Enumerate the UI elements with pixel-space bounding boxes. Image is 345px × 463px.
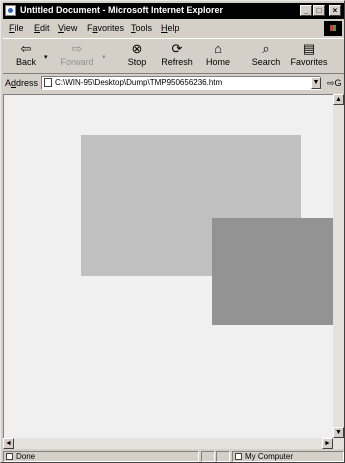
title-bar[interactable]: Untitled Document - Microsoft Internet E… [3,3,344,19]
menu-file[interactable]: File [9,23,24,33]
menu-tools-label: ools [135,23,153,33]
refresh-icon: ⟳ [171,41,183,56]
standard-toolbar: ⇦ Back ▾ ⇨ Forward ▾ ⊗ Stop ⟳ Refresh ⌂ … [3,38,344,74]
stop-button[interactable]: ⊗ Stop [121,41,153,67]
vertical-scrollbar[interactable]: ▲ ▼ [333,94,344,438]
back-label: Back [15,57,36,67]
browser-window: Untitled Document - Microsoft Internet E… [0,0,345,463]
page-icon [44,78,52,87]
home-icon: ⌂ [214,41,222,56]
scroll-up-button[interactable]: ▲ [333,94,344,105]
scroll-right-button[interactable]: ► [322,438,333,449]
back-dropdown-icon[interactable]: ▾ [44,53,48,61]
menu-view[interactable]: View [58,23,77,33]
refresh-button[interactable]: ⟳ Refresh [157,41,197,67]
search-button[interactable]: ⌕ Search [247,41,285,67]
forward-arrow-icon: ⇨ [71,41,83,56]
computer-icon [235,453,242,461]
menu-tools[interactable]: Tools [131,23,152,33]
status-page-icon [6,453,13,461]
forward-dropdown-icon[interactable]: ▾ [102,53,106,61]
status-pane-blank-2 [216,451,230,462]
forward-button[interactable]: ⇨ Forward [55,41,99,67]
favorites-label: Favorites [290,57,328,67]
back-arrow-icon: ⇦ [20,41,32,56]
status-text-pane: Done [3,451,199,462]
status-pane-blank-1 [201,451,215,462]
address-bar: Address C:\WIN-95\Desktop\Dump\TMP950656… [3,75,344,92]
menu-favorites[interactable]: Favorites [87,23,124,33]
favorites-icon: ▤ [302,41,316,56]
minimize-button[interactable]: _ [300,5,312,16]
menu-help[interactable]: Help [161,23,180,33]
stop-label: Stop [127,57,147,67]
menu-favorites-label: vorites [97,23,125,33]
forward-label: Forward [60,57,94,67]
dark-gray-box [212,218,333,325]
home-button[interactable]: ⌂ Home [201,41,235,67]
status-bar: Done My Computer [3,450,344,462]
address-value: C:\WIN-95\Desktop\Dump\TMP950656236.htm [55,78,223,87]
home-label: Home [205,57,230,67]
scroll-left-button[interactable]: ◄ [3,438,14,449]
menu-edit[interactable]: Edit [34,23,50,33]
menu-bar: File Edit View Favorites Tools Help [3,21,344,36]
address-dropdown-icon[interactable]: ▼ [311,77,321,89]
address-input[interactable]: C:\WIN-95\Desktop\Dump\TMP950656236.htm [41,76,321,90]
back-button[interactable]: ⇦ Back [11,41,41,67]
stop-icon: ⊗ [131,41,143,56]
menu-help-label: elp [167,23,180,33]
go-button[interactable]: ⇨G [327,78,342,89]
window-title: Untitled Document - Microsoft Internet E… [20,5,224,15]
menu-view-label: iew [63,23,78,33]
maximize-button[interactable]: □ [313,5,325,16]
horizontal-scrollbar[interactable]: ◄ ► [3,438,344,449]
menu-edit-label: dit [40,23,50,33]
address-label-rest: dress [16,78,39,88]
refresh-label: Refresh [161,57,193,67]
search-label: Search [251,57,281,67]
page-content [3,94,333,438]
status-text: Done [16,452,36,461]
close-button[interactable]: × [329,5,341,16]
scroll-down-button[interactable]: ▼ [333,427,344,438]
address-label: Address [5,78,38,88]
search-icon: ⌕ [262,41,270,56]
menu-file-label: ile [14,23,24,33]
security-zone-label: My Computer [245,452,294,461]
favorites-button[interactable]: ▤ Favorites [287,41,331,67]
windows-logo-icon [324,21,342,36]
security-zone-pane: My Computer [232,451,344,462]
ie-logo-icon [5,5,16,16]
